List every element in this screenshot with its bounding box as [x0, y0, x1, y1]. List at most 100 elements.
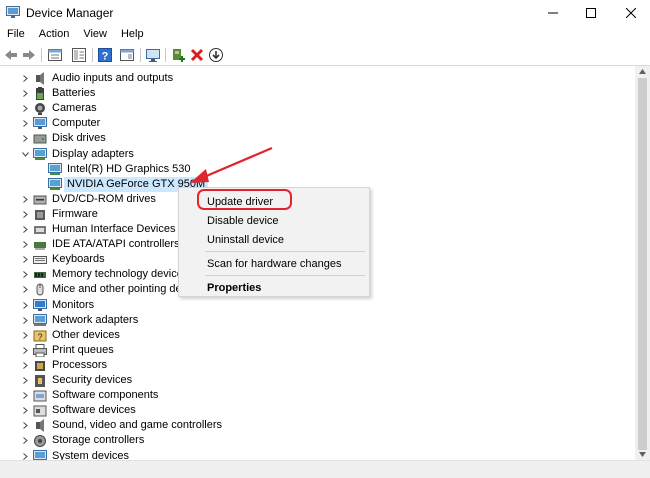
tree-item-label: Cameras [52, 102, 97, 115]
context-menu-separator [205, 275, 365, 276]
tree-item-label: Mice and other pointing dev [52, 283, 188, 296]
menu-action[interactable]: Action [32, 26, 77, 44]
tree-category-item[interactable]: Batteries [0, 86, 620, 101]
uninstall-x-icon[interactable] [189, 47, 205, 63]
chevron-right-icon[interactable] [20, 207, 30, 222]
tree-category-item[interactable]: Security devices [0, 373, 620, 388]
minimize-icon [548, 12, 558, 14]
chevron-right-icon[interactable] [20, 252, 30, 267]
chevron-right-icon[interactable] [20, 343, 30, 358]
tree-device-item[interactable]: Intel(R) HD Graphics 530 [0, 162, 620, 177]
tree-item-label: DVD/CD-ROM drives [52, 192, 156, 205]
tree-item-label: Software components [52, 389, 159, 402]
chevron-right-icon[interactable] [20, 267, 30, 282]
chevron-right-icon[interactable] [20, 358, 30, 373]
close-button[interactable] [608, 0, 650, 26]
context-item-properties[interactable]: Properties [179, 278, 369, 298]
tree-item-label: IDE ATA/ATAPI controllers [52, 238, 180, 251]
chevron-right-icon[interactable] [20, 237, 30, 252]
tree-item-label: Computer [52, 117, 101, 130]
menu-help[interactable]: Help [114, 26, 151, 44]
chevron-right-icon[interactable] [20, 101, 30, 116]
tree-category-item[interactable]: Software components [0, 388, 620, 403]
display-adapter-icon [48, 162, 62, 175]
context-item-uninstall-device[interactable]: Uninstall device [179, 230, 369, 250]
tree-category-item[interactable]: Display adapters [0, 147, 620, 162]
software-device-icon [33, 405, 47, 417]
tree-category-item[interactable]: Disk drives [0, 131, 620, 146]
help-icon[interactable]: ? [97, 47, 113, 63]
chevron-right-icon[interactable] [20, 86, 30, 101]
tree-category-item[interactable]: Cameras [0, 101, 620, 116]
other-devices-icon: ? [33, 330, 47, 342]
tree-item-label: Display adapters [52, 147, 134, 160]
vertical-scrollbar[interactable] [635, 66, 650, 460]
scroll-up-arrow-icon[interactable] [639, 69, 646, 74]
tree-category-item[interactable]: Print queues [0, 343, 620, 358]
monitor-icon [33, 298, 47, 311]
chevron-right-icon[interactable] [20, 282, 30, 297]
tree-category-item[interactable]: System devices [0, 449, 620, 461]
chevron-right-icon[interactable] [20, 328, 30, 343]
close-icon [626, 8, 636, 18]
chevron-right-icon[interactable] [20, 388, 30, 403]
back-icon[interactable] [3, 47, 19, 63]
tree-item-label: Monitors [52, 298, 95, 311]
software-component-icon [33, 390, 47, 402]
toolbar-separator [165, 48, 166, 62]
chevron-down-icon[interactable] [20, 147, 30, 162]
context-item-disable-device[interactable]: Disable device [179, 211, 369, 231]
properties-sheet-icon[interactable] [47, 47, 63, 63]
chevron-right-icon[interactable] [20, 433, 30, 448]
title-bar: Device Manager [0, 0, 650, 26]
chevron-right-icon[interactable] [20, 403, 30, 418]
context-item-scan-hardware[interactable]: Scan for hardware changes [179, 254, 369, 274]
tree-category-item[interactable]: Audio inputs and outputs [0, 71, 620, 86]
tree-item-label: Software devices [52, 404, 136, 417]
forward-icon[interactable] [21, 47, 37, 63]
menu-file[interactable]: File [0, 26, 32, 44]
scroll-down-arrow-icon[interactable] [639, 452, 646, 457]
download-driver-icon[interactable] [208, 47, 224, 63]
display-adapter-icon [48, 177, 62, 190]
chevron-right-icon[interactable] [20, 418, 30, 433]
tree-category-item[interactable]: Network adapters [0, 313, 620, 328]
chevron-right-icon[interactable] [20, 192, 30, 207]
firmware-icon [35, 209, 45, 220]
chevron-right-icon[interactable] [20, 222, 30, 237]
add-driver-icon[interactable] [170, 47, 186, 63]
toolbar-separator [41, 48, 42, 62]
chevron-right-icon[interactable] [20, 449, 30, 461]
toolbar: ? [0, 44, 650, 66]
tree-category-item[interactable]: ? Other devices [0, 328, 620, 343]
menu-view[interactable]: View [76, 26, 114, 44]
chevron-right-icon[interactable] [20, 131, 30, 146]
chevron-right-icon[interactable] [20, 313, 30, 328]
tree-item-label: Audio inputs and outputs [52, 72, 174, 84]
svg-text:?: ? [102, 51, 109, 63]
tree-item-label: Disk drives [52, 132, 106, 145]
monitor-scan-icon[interactable] [145, 47, 161, 63]
mouse-icon [36, 283, 44, 296]
tree-category-item[interactable]: Software devices [0, 403, 620, 418]
chevron-right-icon[interactable] [20, 71, 30, 86]
tree-category-item[interactable]: Monitors [0, 298, 620, 313]
action-pane-icon[interactable] [119, 47, 135, 63]
show-hide-tree-icon[interactable] [71, 47, 87, 63]
tree-item-label: Firmware [52, 207, 98, 220]
tree-category-item[interactable]: Computer [0, 116, 620, 131]
chevron-right-icon[interactable] [20, 298, 30, 313]
keyboard-icon [33, 256, 47, 265]
chevron-right-icon[interactable] [20, 373, 30, 388]
sound-controller-icon [36, 419, 44, 433]
tree-category-item[interactable]: Storage controllers [0, 433, 620, 448]
tree-category-item[interactable]: Processors [0, 358, 620, 373]
window-title: Device Manager [26, 6, 114, 20]
tree-item-label: Human Interface Devices [52, 223, 176, 235]
chevron-right-icon[interactable] [20, 116, 30, 131]
scrollbar-thumb[interactable] [638, 78, 647, 450]
tree-category-item[interactable]: Sound, video and game controllers [0, 418, 620, 433]
tree-item-label: Security devices [52, 374, 133, 386]
speaker-icon [36, 72, 44, 85]
storage-controller-icon [34, 435, 46, 448]
